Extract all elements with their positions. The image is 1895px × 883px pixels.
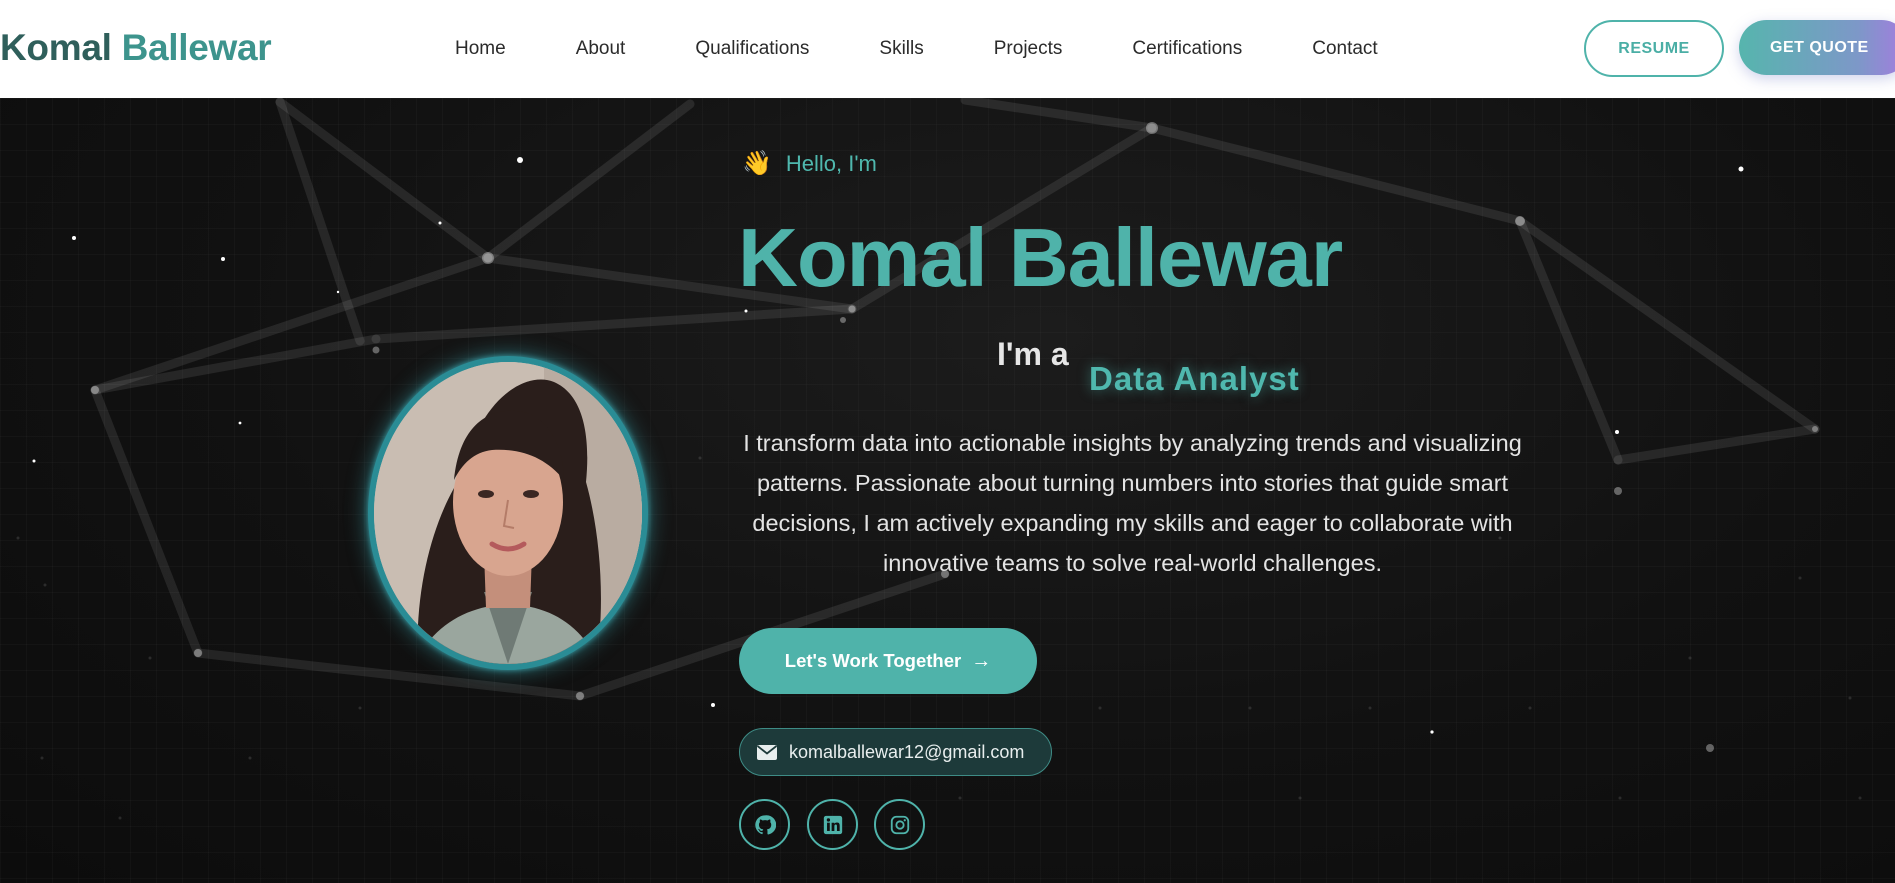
hero-section: 👋 Hello, I'm Komal Ballewar I'm a Data A…: [0, 98, 1895, 883]
role-prefix: I'm a: [997, 336, 1069, 372]
linkedin-icon: [823, 815, 842, 834]
nav-qualifications[interactable]: Qualifications: [695, 38, 809, 60]
brand-last-name: Ballewar: [121, 27, 272, 68]
arrow-right-icon: →: [971, 649, 992, 672]
work-together-label: Let's Work Together: [784, 650, 962, 671]
email-address: komalballewar12@gmail.com: [789, 741, 1025, 762]
nav-projects[interactable]: Projects: [994, 38, 1063, 60]
work-together-button[interactable]: Let's Work Together →: [739, 628, 1037, 694]
hero-name: Komal Ballewar: [738, 211, 1343, 304]
greeting: 👋 Hello, I'm: [742, 149, 877, 178]
get-quote-button[interactable]: GET QUOTE: [1739, 20, 1895, 75]
resume-button[interactable]: RESUME: [1584, 20, 1724, 77]
waving-hand-icon: 👋: [742, 150, 772, 177]
email-link[interactable]: komalballewar12@gmail.com: [739, 728, 1052, 776]
mail-icon: [757, 744, 777, 760]
instagram-icon: [890, 815, 909, 834]
github-link[interactable]: [739, 799, 790, 850]
nav-contact[interactable]: Contact: [1312, 38, 1377, 60]
greeting-text: Hello, I'm: [785, 150, 877, 176]
role-title: Data Analyst: [1089, 360, 1300, 397]
github-icon: [754, 814, 776, 834]
nav-skills[interactable]: Skills: [879, 38, 923, 60]
brand-first-name: Komal: [0, 27, 112, 68]
bio-text: I transform data into actionable insight…: [743, 430, 1522, 576]
nav-home[interactable]: Home: [455, 38, 506, 60]
nav-certifications[interactable]: Certifications: [1132, 38, 1242, 60]
instagram-link[interactable]: [874, 799, 925, 850]
linkedin-link[interactable]: [807, 799, 858, 850]
profile-photo: [374, 362, 642, 664]
nav-links: Home About Qualifications Skills Project…: [455, 38, 1378, 60]
nav-about[interactable]: About: [576, 38, 626, 60]
brand-logo[interactable]: Komal Ballewar: [0, 27, 272, 69]
profile-avatar: [368, 356, 648, 670]
navbar: Komal Ballewar Home About Qualifications…: [0, 0, 1895, 98]
